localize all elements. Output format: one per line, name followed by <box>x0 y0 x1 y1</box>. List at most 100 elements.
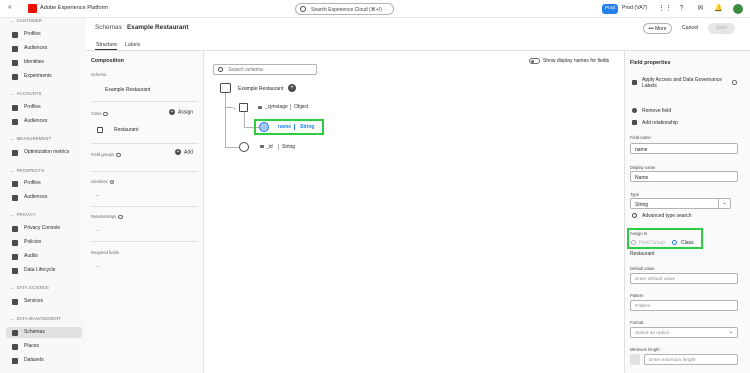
minimum-length-label: Minimum length <box>630 347 660 352</box>
schema-search-input[interactable]: Search schema <box>213 64 317 75</box>
data-lifecycle-icon <box>12 267 18 274</box>
sidebar-item-audiences[interactable]: Audiences <box>6 43 82 54</box>
nav-section-privacy[interactable]: ⌄ PRIVACY <box>10 212 36 217</box>
remove-field-button[interactable]: Remove field <box>642 108 671 114</box>
required-fields-label: Required fields <box>91 250 119 255</box>
sidebar-item-profiles[interactable]: Profiles <box>6 29 82 40</box>
profiles-icon <box>12 180 18 187</box>
assign-to-value: Restaurant <box>630 251 655 257</box>
info-icon[interactable] <box>118 214 123 220</box>
sidebar-item-data-lifecycle[interactable]: Data Lifecycle <box>6 265 82 276</box>
apps-grid-icon[interactable]: ⋮⋮ <box>658 4 672 13</box>
sidebar-item-policies[interactable]: Policies <box>6 237 82 248</box>
field-select-radio[interactable] <box>259 122 269 132</box>
radio-class[interactable] <box>672 240 677 245</box>
user-avatar[interactable] <box>733 4 743 14</box>
sidebar-item-privacy-console[interactable]: Privacy Console <box>6 223 82 234</box>
sidebar-item-audiences[interactable]: Audiences <box>6 192 82 203</box>
relationships-label-text: Relationships <box>91 214 117 219</box>
chevron-down-icon[interactable]: ⌄ <box>718 199 730 208</box>
nav-section-measurement[interactable]: ⌄ MEASUREMENT <box>10 136 51 141</box>
sidebar-item-identities[interactable]: Identities <box>6 57 82 68</box>
node-name-type: String <box>300 124 315 130</box>
nav-section-data-science[interactable]: ⌄ DATA SCIENCE <box>10 285 49 290</box>
sidebar-item-audits[interactable]: Audits <box>6 251 82 262</box>
add-relationship-button[interactable]: Add relationship <box>642 120 678 126</box>
info-icon[interactable] <box>109 179 115 185</box>
add-field-group-button[interactable]: + Add <box>175 149 193 155</box>
plus-icon: + <box>175 149 181 155</box>
default-value-placeholder: Enter default value <box>635 276 676 282</box>
format-label: Format <box>630 320 644 325</box>
field-groups-label: Field groups <box>91 152 121 158</box>
minimum-length-stepper[interactable] <box>630 354 640 365</box>
node-cjmstage-name[interactable]: _cjmstage <box>265 104 288 110</box>
sidebar-item-label: Services <box>24 298 44 304</box>
more-label: More <box>655 26 667 32</box>
nav-section-prospects[interactable]: ⌄ PROSPECTS <box>10 168 44 173</box>
chevron-down-icon: ⌄ <box>10 91 14 96</box>
pattern-input[interactable]: Pattern <box>630 300 738 311</box>
tab-structure[interactable]: Structure <box>96 42 117 48</box>
schemas-icon <box>12 329 18 336</box>
display-name-input[interactable]: Name <box>630 171 738 182</box>
sidebar-item-schemas[interactable]: Schemas <box>6 327 82 338</box>
save-button[interactable]: Save <box>708 23 735 34</box>
feedback-icon[interactable]: ✉ <box>696 4 705 13</box>
class-name[interactable]: Restaurant <box>114 127 138 133</box>
schema-root-name[interactable]: Example Restaurant <box>238 86 283 92</box>
info-icon[interactable] <box>116 152 121 158</box>
node-checkbox[interactable] <box>239 103 248 112</box>
search-icon <box>218 67 223 72</box>
help-icon[interactable]: ? <box>677 4 686 13</box>
node-name-name[interactable]: name <box>278 124 291 130</box>
sidebar-item-label: Audiences <box>24 194 48 200</box>
collapse-nav-icon[interactable]: « <box>8 4 12 11</box>
breadcrumb-schemas[interactable]: Schemas <box>95 24 122 31</box>
sidebar-item-places[interactable]: Places <box>6 341 82 352</box>
field-name-input[interactable]: name <box>630 143 738 154</box>
field-select-radio[interactable] <box>239 142 249 152</box>
info-icon[interactable] <box>732 80 737 85</box>
chevron-down-icon[interactable]: ⌄ <box>233 105 236 110</box>
sidebar-item-label: Policies <box>24 239 42 245</box>
chevron-down-icon[interactable]: ⌄ <box>725 328 737 337</box>
nav-section-data-management[interactable]: ⌄ DATA MANAGEMENT <box>10 316 61 321</box>
format-select[interactable]: Select an option ⌄ <box>630 327 738 338</box>
sidebar-item-datasets[interactable]: Datasets <box>6 355 82 366</box>
assign-class-button[interactable]: + Assign <box>169 109 193 115</box>
more-button[interactable]: ••• More <box>643 23 672 34</box>
sidebar-item-profiles[interactable]: Profiles <box>6 178 82 189</box>
radio-field-group[interactable] <box>631 240 636 245</box>
env-name[interactable]: Prod (VA7) <box>622 5 647 11</box>
minimum-length-input[interactable]: Enter minimum length <box>644 354 738 365</box>
sidebar-item-audiences[interactable]: Audiences <box>6 116 82 127</box>
info-icon[interactable] <box>103 111 108 117</box>
type-select[interactable]: String ⌄ <box>630 198 731 209</box>
sidebar-item-optimization-metrics[interactable]: Optimization metrics <box>6 147 82 158</box>
default-value-input[interactable]: Enter default value <box>630 273 738 284</box>
class-checkbox[interactable] <box>97 127 103 133</box>
nav-section-accounts[interactable]: ⌄ ACCOUNTS <box>10 91 42 96</box>
display-names-toggle[interactable] <box>529 58 540 64</box>
nav-section-customer[interactable]: ⌄ CUSTOMER <box>10 18 42 23</box>
cancel-button[interactable]: Cancel <box>682 25 698 31</box>
chevron-down-icon: ⌄ <box>10 18 14 23</box>
add-field-button[interactable]: + <box>288 84 296 92</box>
env-badge[interactable]: Prod <box>602 4 618 14</box>
apply-labels-link[interactable]: Apply Access and Data Governance Labels <box>642 77 727 89</box>
global-search-input[interactable]: Search Experience Cloud (⌘+/) <box>295 3 394 15</box>
node-id-name[interactable]: _id <box>266 144 273 150</box>
advanced-type-search-link[interactable]: Advanced type search <box>642 213 691 219</box>
nav-section-title: DATA MANAGEMENT <box>16 316 62 321</box>
sidebar-item-services[interactable]: Services <box>6 296 82 307</box>
notifications-bell-icon[interactable]: 🔔 <box>714 4 723 13</box>
sidebar-item-experiments[interactable]: Experiments <box>6 71 82 82</box>
optimization-metrics-icon <box>12 149 18 156</box>
divider <box>91 241 198 242</box>
sidebar-item-profiles[interactable]: Profiles <box>6 102 82 113</box>
sidebar-item-label: Experiments <box>24 73 52 79</box>
tab-labels[interactable]: Labels <box>125 42 140 48</box>
services-icon <box>12 298 18 305</box>
policies-icon <box>12 239 18 246</box>
